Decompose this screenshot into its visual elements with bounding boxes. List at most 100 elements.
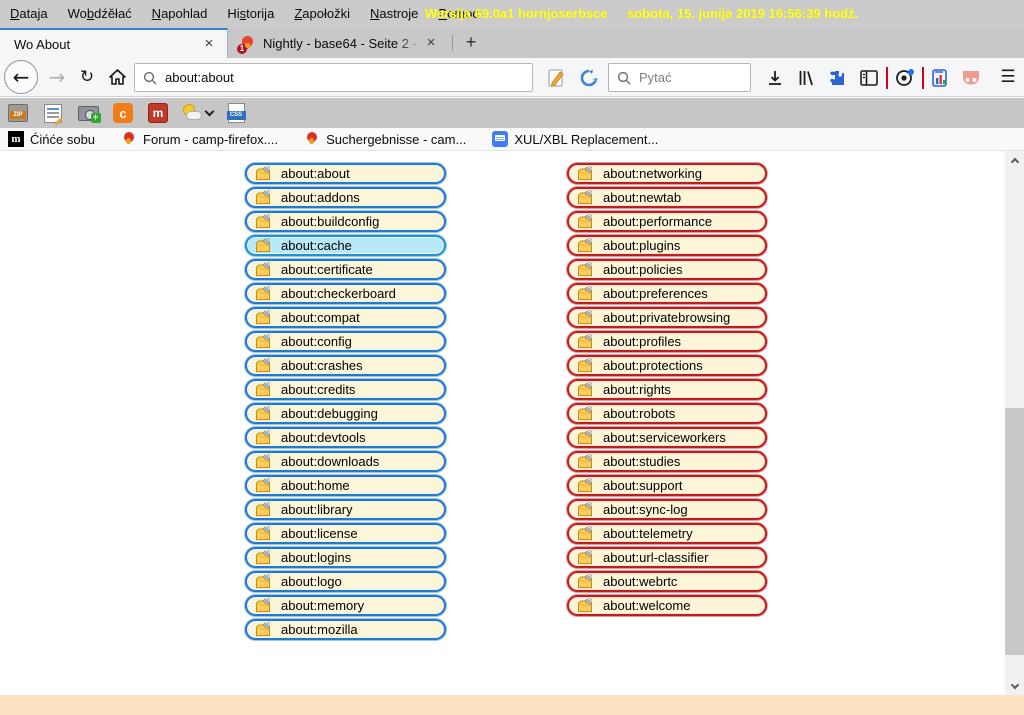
folder-edit-icon (255, 502, 271, 518)
about-page-button[interactable]: about:addons (245, 187, 446, 208)
library-button[interactable] (793, 65, 819, 91)
bookmark-item[interactable]: Forum - camp-firefox.... (121, 131, 278, 147)
about-page-button[interactable]: about:credits (245, 379, 446, 400)
chevron-down-icon (1010, 680, 1018, 688)
stats-addon-button[interactable] (928, 65, 954, 91)
vertical-scrollbar[interactable] (1005, 151, 1024, 695)
about-page-button[interactable]: about:home (245, 475, 446, 496)
search-bar[interactable] (608, 63, 751, 92)
about-page-button[interactable]: about:license (245, 523, 446, 544)
sync-addon-button[interactable] (576, 65, 602, 91)
about-page-button[interactable]: about:logo (245, 571, 446, 592)
hamburger-menu-button[interactable]: ☰ (994, 63, 1022, 91)
notes-page-addon-icon[interactable] (41, 102, 65, 124)
folder-edit-icon (577, 526, 593, 542)
about-page-button[interactable]: about:studies (567, 451, 767, 472)
about-page-button[interactable]: about:rights (567, 379, 767, 400)
about-page-button[interactable]: about:telemetry (567, 523, 767, 544)
red-separator (886, 67, 888, 89)
about-page-button[interactable]: about:preferences (567, 283, 767, 304)
about-page-button[interactable]: about:profiles (567, 331, 767, 352)
red-m-addon-icon[interactable]: m (146, 102, 170, 124)
about-page-button[interactable]: about:buildconfig (245, 211, 446, 232)
menubar-item[interactable]: Nastroje (360, 0, 428, 28)
about-page-button[interactable]: about:welcome (567, 595, 767, 616)
about-page-button[interactable]: about:mozilla (245, 619, 446, 640)
about-page-button[interactable]: about:protections (567, 355, 767, 376)
about-page-button[interactable]: about:debugging (245, 403, 446, 424)
webcam-addon-button[interactable] (892, 65, 918, 91)
about-page-button[interactable]: about:config (245, 331, 446, 352)
about-page-button[interactable]: about:logins (245, 547, 446, 568)
about-button-label: about:preferences (603, 286, 708, 301)
orange-c-addon-icon[interactable]: c (111, 102, 135, 124)
about-page-button[interactable]: about:policies (567, 259, 767, 280)
red-m-label: m (148, 103, 168, 123)
about-page-button[interactable]: about:devtools (245, 427, 446, 448)
chevron-down-icon[interactable] (205, 107, 215, 117)
scroll-down-button[interactable] (1005, 678, 1024, 695)
about-page-button[interactable]: about:sync-log (567, 499, 767, 520)
downloads-button[interactable] (762, 65, 788, 91)
extension-puzzle-button[interactable] (824, 65, 850, 91)
about-page-button[interactable]: about:networking (567, 163, 767, 184)
home-button[interactable] (102, 62, 132, 92)
about-page-button[interactable]: about:support (567, 475, 767, 496)
about-page-button[interactable]: about:robots (567, 403, 767, 424)
red-separator (922, 67, 924, 89)
tab-wo-about[interactable]: Wo About × (0, 28, 228, 58)
folder-edit-icon (577, 310, 593, 326)
about-page-button[interactable]: about:privatebrowsing (567, 307, 767, 328)
about-page-button[interactable]: about:serviceworkers (567, 427, 767, 448)
scrollbar-thumb[interactable] (1005, 408, 1024, 655)
about-page-button[interactable]: about:about (245, 163, 446, 184)
notes-addon-button[interactable] (543, 65, 569, 91)
page-bottom-strip (0, 695, 1024, 715)
search-input[interactable] (639, 70, 729, 85)
reload-button[interactable]: ↻ (72, 62, 102, 92)
about-page-button[interactable]: about:memory (245, 595, 446, 616)
menubar-item[interactable]: Zapołožki (284, 0, 360, 28)
about-page-button[interactable]: about:webrtc (567, 571, 767, 592)
about-page-button[interactable]: about:downloads (245, 451, 446, 472)
about-page-button[interactable]: about:library (245, 499, 446, 520)
css-addon-icon[interactable]: CSS (224, 102, 248, 124)
about-page-button[interactable]: about:plugins (567, 235, 767, 256)
zip-addon-icon[interactable]: ZIP (6, 102, 30, 124)
about-page-button[interactable]: about:certificate (245, 259, 446, 280)
bookmark-item[interactable]: XUL/XBL Replacement... (492, 131, 658, 147)
about-button-label: about:home (281, 478, 350, 493)
about-page-button[interactable]: about:url-classifier (567, 547, 767, 568)
menubar-item[interactable]: Dataja (0, 0, 58, 28)
about-page-button[interactable]: about:performance (567, 211, 767, 232)
bookmark-item[interactable]: m Ćińće sobu (8, 131, 95, 147)
sidebar-button[interactable] (856, 65, 882, 91)
back-button[interactable]: ← (4, 60, 38, 94)
chevron-up-icon (1010, 157, 1018, 165)
close-icon[interactable]: × (199, 34, 219, 54)
about-page-button[interactable]: about:cache (245, 235, 446, 256)
about-page-button[interactable]: about:checkerboard (245, 283, 446, 304)
sidebar-icon (860, 70, 878, 86)
bookmark-item[interactable]: Suchergebnisse - cam... (304, 131, 466, 147)
mask-addon-button[interactable] (958, 65, 984, 91)
screenshot-camera-addon-icon[interactable]: + (76, 102, 100, 124)
close-icon[interactable]: × (421, 33, 441, 53)
url-input[interactable] (165, 70, 524, 85)
about-button-label: about:serviceworkers (603, 430, 726, 445)
menubar-item[interactable]: Historija (217, 0, 284, 28)
about-page-button[interactable]: about:compat (245, 307, 446, 328)
about-button-label: about:devtools (281, 430, 366, 445)
about-button-label: about:logo (281, 574, 342, 589)
menubar-item[interactable]: Napohlad (142, 0, 218, 28)
about-page-button[interactable]: about:newtab (567, 187, 767, 208)
url-bar[interactable] (134, 63, 533, 92)
tab-nightly[interactable]: 1 Nightly - base64 - Seite 2 - Indi × (229, 28, 447, 58)
new-tab-button[interactable]: + (458, 31, 484, 55)
menubar-item[interactable]: Wobdźěłać (58, 0, 142, 28)
folder-edit-icon (255, 454, 271, 470)
folder-edit-icon (255, 334, 271, 350)
about-page-button[interactable]: about:crashes (245, 355, 446, 376)
scroll-up-button[interactable] (1005, 151, 1024, 168)
weather-addon-icon[interactable] (181, 103, 213, 123)
